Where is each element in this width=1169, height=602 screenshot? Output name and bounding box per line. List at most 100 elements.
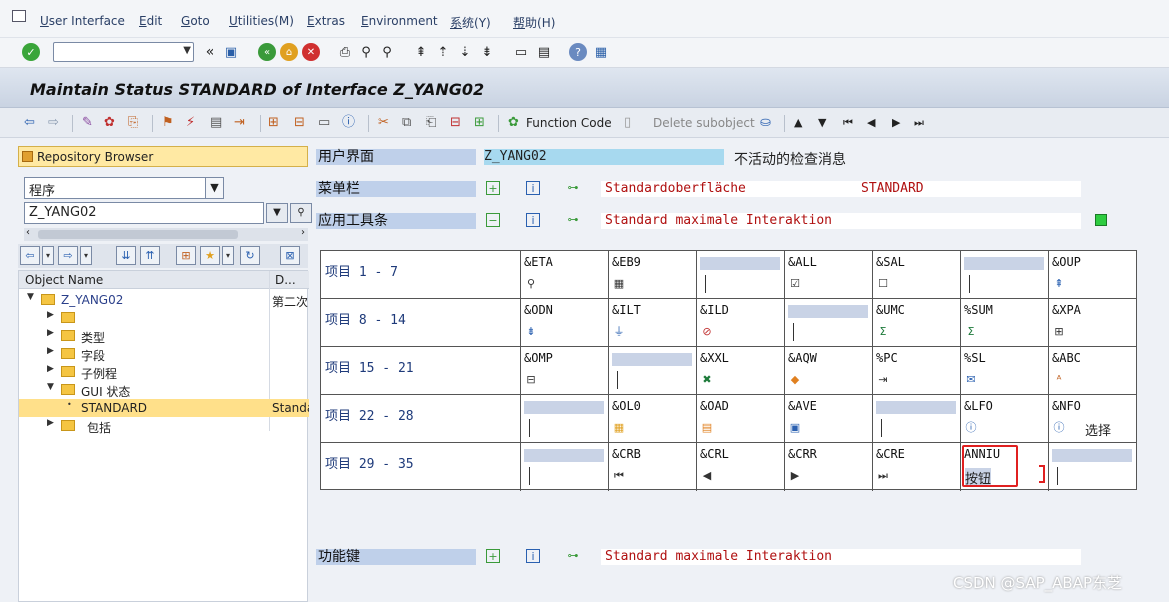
chevron-down-icon[interactable]: ▼ — [266, 203, 288, 223]
expand-icon[interactable]: + — [486, 181, 500, 195]
empty-function-slot[interactable] — [524, 401, 604, 414]
paste-icon[interactable]: ⎗ — [426, 115, 436, 131]
function-code[interactable]: &ODN — [524, 303, 604, 318]
find-icon[interactable]: ⚲ — [357, 43, 375, 61]
function-code[interactable]: &CRB — [612, 447, 692, 462]
empty-function-slot[interactable] — [876, 401, 956, 414]
system-menu-icon[interactable] — [12, 10, 26, 22]
function-code[interactable]: &UMC — [876, 303, 956, 318]
function-code[interactable]: &CRE — [876, 447, 956, 462]
copy-icon[interactable]: ⧉ — [402, 115, 411, 131]
first-icon[interactable]: ⏮ — [843, 115, 853, 131]
hierarchy-icon[interactable]: ⊶ — [566, 213, 580, 227]
function-code[interactable]: %PC — [876, 351, 956, 366]
function-code[interactable]: &ABC — [1052, 351, 1132, 366]
where-used-icon[interactable]: ⚑ — [162, 115, 174, 131]
hierarchy-icon[interactable]: ⊞ — [176, 246, 196, 265]
help-icon[interactable]: ? — [569, 43, 587, 61]
scroll-right-icon[interactable]: › — [301, 227, 305, 238]
toolbar-function-cell[interactable]: ANNIU 按钮 — [961, 443, 1049, 491]
back-icon[interactable]: « — [258, 43, 276, 61]
collapsed-icon[interactable]: ▶ — [47, 328, 54, 338]
toolbar-function-cell[interactable]: &CRE ⏭ — [873, 443, 961, 491]
collapse-icon[interactable]: − — [486, 213, 500, 227]
function-code[interactable]: &AQW — [788, 351, 868, 366]
hierarchy-icon[interactable]: ⊶ — [566, 549, 580, 563]
menu-help[interactable]: 帮助(H) — [513, 14, 555, 31]
exit-icon[interactable]: ⌂ — [280, 43, 298, 61]
scroll-left-icon[interactable]: ‹ — [26, 227, 30, 238]
display-icon[interactable]: ⚲ — [290, 203, 312, 223]
toolbar-function-cell[interactable]: &XXL ✖ — [697, 347, 785, 395]
forward-arrow-icon[interactable]: ⇨ — [58, 246, 78, 265]
toolbar-function-cell[interactable]: &AVE ▣ — [785, 395, 873, 443]
toolbar-function-cell[interactable] — [785, 299, 873, 347]
collapse-all-icon[interactable]: ⇈ — [140, 246, 160, 265]
menu-extras[interactable]: Extras — [307, 14, 345, 28]
expanded-icon[interactable]: ▼ — [47, 382, 54, 392]
function-code[interactable]: %SL — [964, 351, 1044, 366]
function-code[interactable]: &OMP — [524, 351, 604, 366]
empty-function-slot[interactable] — [612, 353, 692, 366]
collapsed-icon[interactable]: ▶ — [47, 310, 54, 320]
navigate-icon[interactable]: ⇥ — [234, 115, 245, 131]
function-code[interactable]: &CRR — [788, 447, 868, 462]
toolbar-function-cell[interactable]: %SUM Σ — [961, 299, 1049, 347]
hierarchy-icon[interactable]: ⊞ — [268, 115, 279, 131]
back-menu-icon[interactable]: ▾ — [42, 246, 54, 265]
hierarchy-icon[interactable]: ⊶ — [566, 181, 580, 195]
toolbar-function-cell[interactable] — [521, 443, 609, 491]
enter-icon[interactable]: ✓ — [22, 43, 40, 61]
next-icon[interactable]: ▶ — [892, 115, 900, 131]
toolbar-function-cell[interactable]: &OAD ▤ — [697, 395, 785, 443]
info-icon[interactable]: ⓘ — [342, 115, 355, 131]
empty-function-slot[interactable] — [524, 449, 604, 462]
triangle-down-icon[interactable]: ▼ — [818, 115, 826, 131]
object-type-select[interactable]: 程序 ▼ — [24, 177, 224, 199]
function-code[interactable]: &XXL — [700, 351, 780, 366]
display-change-icon[interactable]: ✎ — [82, 115, 93, 131]
expand-all-icon[interactable]: ⇊ — [116, 246, 136, 265]
menu-goto[interactable]: Goto — [181, 14, 210, 28]
menu-environment[interactable]: Environment — [361, 14, 438, 28]
tree-node-types[interactable]: ▶ 类型 — [19, 327, 309, 345]
delete-row-icon[interactable]: ⊟ — [450, 115, 461, 131]
previous-icon[interactable]: ◀ — [867, 115, 875, 131]
toolbar-function-cell[interactable]: &OMP ⊟ — [521, 347, 609, 395]
object-name-input[interactable]: Z_YANG02 — [24, 202, 264, 224]
last-icon[interactable]: ⏭ — [914, 115, 924, 131]
insert-row-icon[interactable]: ⊞ — [474, 115, 485, 131]
toolbar-function-cell[interactable]: &XPA ⊞ — [1049, 299, 1137, 347]
menu-system[interactable]: 系统(Y) — [450, 14, 491, 31]
toolbar-function-cell[interactable]: &LFO ⓘ — [961, 395, 1049, 443]
toolbar-function-cell[interactable]: %PC ⇥ — [873, 347, 961, 395]
function-code[interactable]: &SAL — [876, 255, 956, 270]
col-description[interactable]: D... — [275, 273, 296, 287]
command-field[interactable]: ▼ — [53, 42, 194, 62]
forward-arrow-icon[interactable]: ⇨ — [48, 115, 59, 131]
function-code-button[interactable]: Function Code — [526, 116, 612, 130]
stamp-icon[interactable]: ⛀ — [760, 115, 771, 131]
collapsed-icon[interactable]: ▶ — [47, 346, 54, 356]
toolbar-function-cell[interactable]: &OL0 ▦ — [609, 395, 697, 443]
shortcut-icon[interactable]: ▤ — [535, 43, 553, 61]
toolbar-function-cell[interactable]: &ETA ⚲ — [521, 251, 609, 299]
info-icon[interactable]: i — [526, 549, 540, 563]
function-code[interactable]: &ILT — [612, 303, 692, 318]
function-code[interactable]: &ILD — [700, 303, 780, 318]
object-list-icon[interactable]: ▤ — [210, 115, 222, 131]
toolbar-function-cell[interactable]: &OUP ⇞ — [1049, 251, 1137, 299]
display-object-icon[interactable]: ▭ — [318, 115, 330, 131]
empty-function-slot[interactable] — [964, 257, 1044, 270]
toolbar-function-cell[interactable]: &SAL ☐ — [873, 251, 961, 299]
toolbar-function-cell[interactable] — [609, 347, 697, 395]
menu-edit[interactable]: Edit — [139, 14, 162, 28]
function-code[interactable]: &OAD — [700, 399, 780, 414]
toolbar-function-cell[interactable] — [1049, 443, 1137, 491]
print-icon[interactable]: ⎙ — [336, 43, 354, 61]
customize-layout-icon[interactable]: ▦ — [592, 43, 610, 61]
toolbar-function-cell[interactable]: &NFO ⓘ 选择 — [1049, 395, 1137, 443]
back-arrow-icon[interactable]: ⇦ — [24, 115, 35, 131]
empty-function-slot[interactable] — [1052, 449, 1132, 462]
collapsed-icon[interactable]: ▶ — [47, 418, 54, 428]
